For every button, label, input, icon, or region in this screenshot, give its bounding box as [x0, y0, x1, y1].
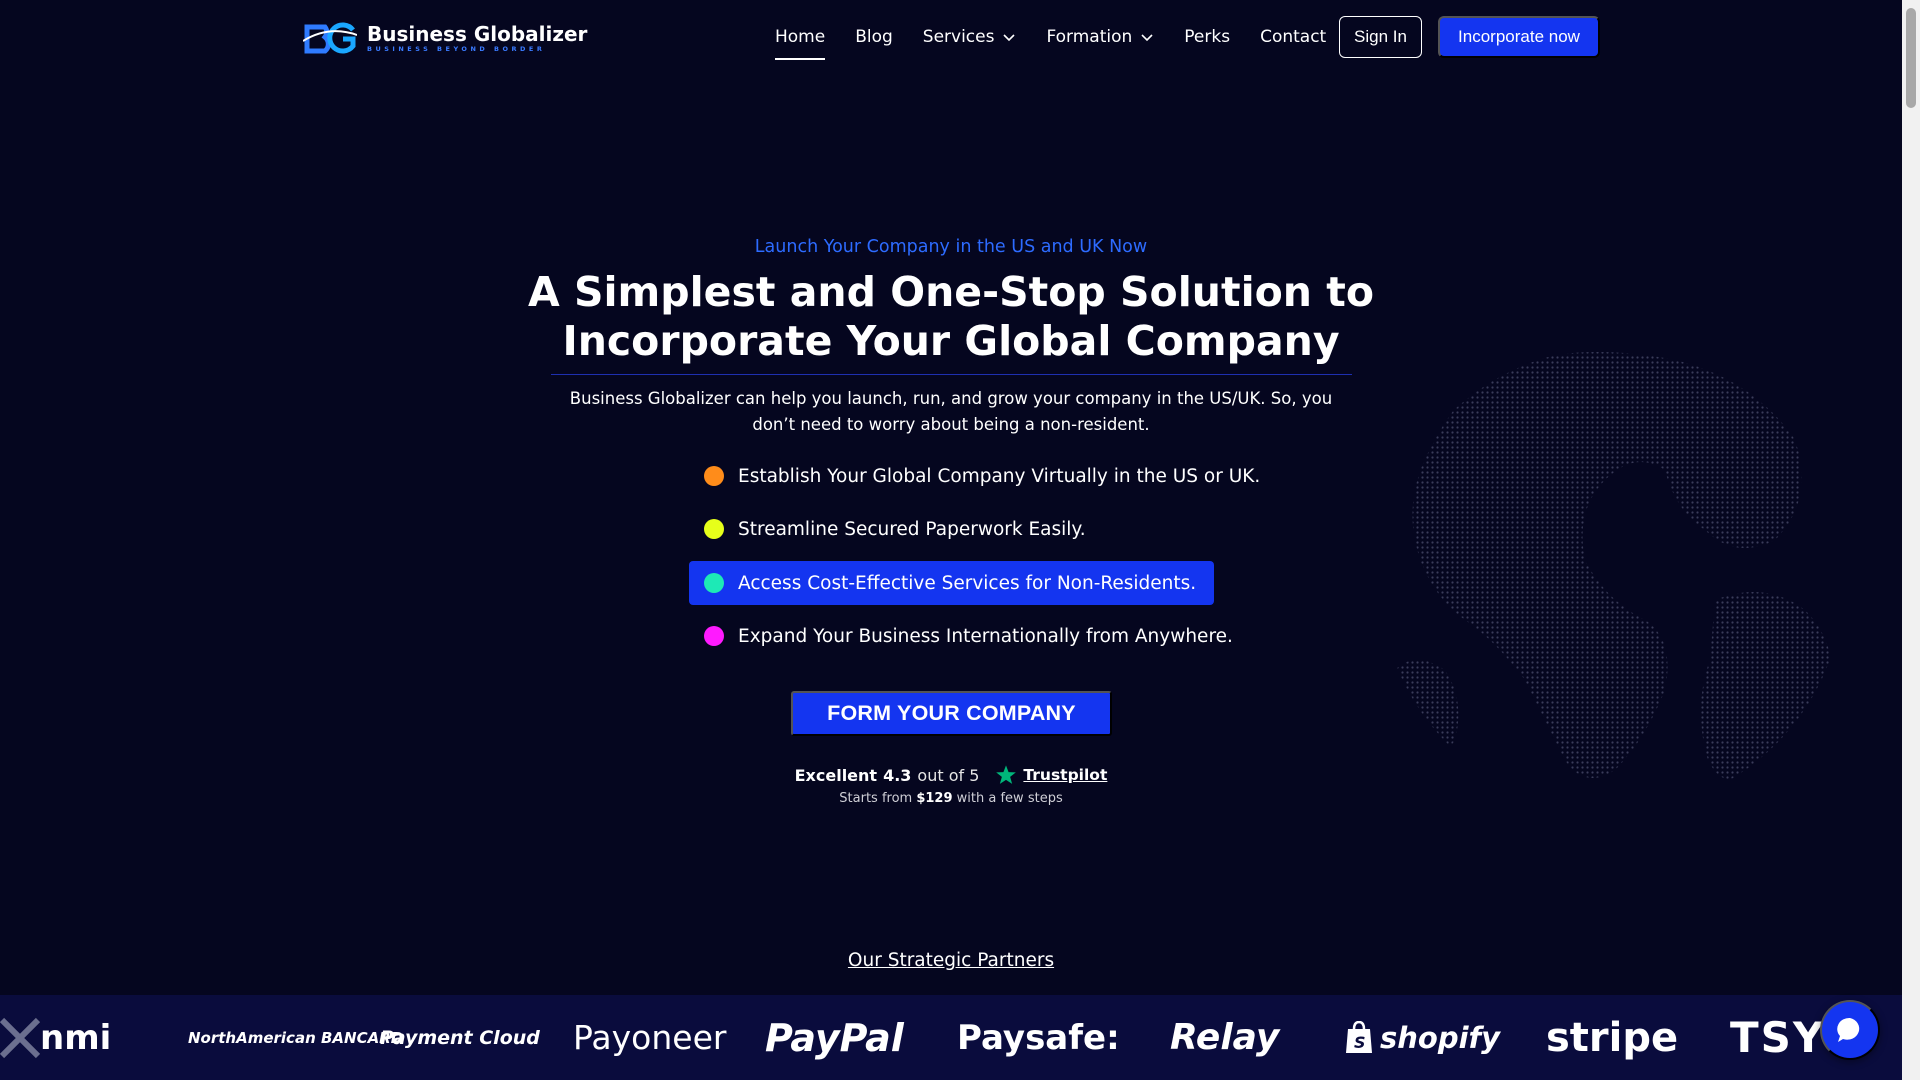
- bullet-dot: [704, 573, 724, 593]
- rating-out-of: out of 5: [917, 765, 980, 785]
- form-your-company-button[interactable]: FORM YOUR COMPANY: [791, 691, 1112, 736]
- headline-line-1: A Simplest and One-Stop Solution to: [527, 268, 1375, 316]
- partner-logo-paypal: PayPal: [765, 995, 904, 1080]
- nav-perks[interactable]: Perks: [1184, 24, 1230, 50]
- globe-illustration: [1395, 352, 1832, 782]
- nav-home[interactable]: Home: [775, 24, 826, 60]
- nav-contact-label: Contact: [1260, 27, 1327, 47]
- site-header: Business Globalizer BUSINESS BEYOND BORD…: [0, 0, 1902, 74]
- partner-logo-paymentcloud: Payment Cloud: [380, 995, 540, 1080]
- bullet-item: Streamline Secured Paperwork Easily.: [689, 507, 1104, 551]
- rating-score: 4.3: [883, 765, 912, 785]
- chat-button[interactable]: [1820, 1000, 1880, 1060]
- logo-tagline: BUSINESS BEYOND BORDER: [367, 45, 546, 53]
- sign-in-button[interactable]: Sign In: [1339, 16, 1422, 58]
- svg-text:S: S: [1354, 1033, 1366, 1052]
- hero-lead: Business Globalizer can help you launch,…: [569, 389, 1333, 434]
- price-value: $129: [916, 791, 953, 806]
- partner-logo-shopify: S shopify: [1344, 995, 1500, 1080]
- partner-name: NorthAmerican BANCARD: [188, 1028, 404, 1047]
- partner-name: PayPal: [765, 1015, 904, 1060]
- partner-name: Paysafe:: [957, 1017, 1120, 1058]
- bullet-item: Expand Your Business Internationally fro…: [689, 614, 1251, 658]
- nav-blog[interactable]: Blog: [855, 24, 893, 50]
- chevron-down-icon: [1003, 34, 1016, 42]
- partner-logo-paysafe: Paysafe:: [957, 995, 1120, 1080]
- nav-formation-label: Formation: [1046, 27, 1133, 47]
- headline-line-2: Incorporate Your Global Company: [562, 317, 1340, 365]
- nav-services-label: Services: [922, 27, 995, 47]
- bullet-dot: [704, 626, 724, 646]
- nav-blog-label: Blog: [855, 27, 893, 47]
- partner-logo-relay: Relay: [1170, 995, 1279, 1080]
- scrollbar-thumb[interactable]: [1906, 8, 1916, 108]
- partner-logo-northamerican: NorthAmerican BANCARD: [188, 995, 403, 1080]
- partner-logo-payoneer: Payoneer: [573, 995, 726, 1080]
- chevron-down-icon: [1141, 34, 1153, 42]
- nav-services[interactable]: Services: [923, 24, 1017, 50]
- partner-logo-stripe: stripe: [1546, 995, 1678, 1080]
- rating-word: Excellent: [794, 765, 878, 785]
- partner-logo-nmi: nmi: [0, 995, 111, 1080]
- bullet-text: Streamline Secured Paperwork Easily.: [738, 518, 1086, 540]
- partner-name: stripe: [1546, 1014, 1679, 1061]
- bullet-text: Expand Your Business Internationally fro…: [738, 625, 1233, 647]
- price-prefix: Starts from: [839, 791, 913, 806]
- partner-name: Relay: [1170, 1017, 1280, 1058]
- partner-name: Payment Cloud: [380, 1026, 540, 1049]
- nmi-mark-icon: [0, 1017, 40, 1058]
- bullet-dot: [704, 466, 724, 486]
- bullet-text: Access Cost-Effective Services for Non-R…: [738, 572, 1197, 594]
- bullet-dot: [704, 519, 724, 539]
- logo-text: Business Globalizer BUSINESS BEYOND BORD…: [367, 23, 587, 53]
- partners-title[interactable]: Our Strategic Partners: [0, 950, 1902, 971]
- trustpilot-link[interactable]: Trustpilot: [1023, 766, 1107, 784]
- nav-home-label: Home: [775, 27, 826, 47]
- hero-eyebrow: Launch Your Company in the US and UK Now: [754, 237, 1148, 257]
- bullet-item: Establish Your Global Company Virtually …: [689, 454, 1278, 498]
- partner-name: Payoneer: [573, 1018, 727, 1057]
- page-scrollbar[interactable]: [1902, 0, 1920, 1080]
- partner-name: shopify: [1380, 1020, 1501, 1055]
- incorporate-now-button[interactable]: Incorporate now: [1438, 16, 1600, 58]
- star-icon: [996, 765, 1017, 784]
- shopping-bag-icon: S: [1346, 1020, 1372, 1053]
- partner-name: nmi: [40, 1017, 112, 1058]
- logo[interactable]: Business Globalizer BUSINESS BEYOND BORD…: [303, 20, 587, 56]
- chat-bubble-icon: [1837, 1017, 1860, 1042]
- nav-formation[interactable]: Formation: [1046, 24, 1154, 50]
- main-nav: Home Blog Services Formation Perks Conta…: [775, 24, 1356, 60]
- price-suffix: with a few steps: [956, 791, 1063, 806]
- logo-name: Business Globalizer: [367, 22, 588, 46]
- nav-contact[interactable]: Contact: [1260, 24, 1326, 50]
- bullet-text: Establish Your Global Company Virtually …: [738, 465, 1261, 487]
- partners-logo-strip: nmi NorthAmerican BANCARD Payment Cloud …: [0, 995, 1902, 1080]
- bullet-item-highlighted: Access Cost-Effective Services for Non-R…: [689, 561, 1215, 605]
- nav-perks-label: Perks: [1184, 27, 1231, 47]
- logo-mark-icon: [303, 22, 357, 54]
- headline-divider: [551, 374, 1352, 375]
